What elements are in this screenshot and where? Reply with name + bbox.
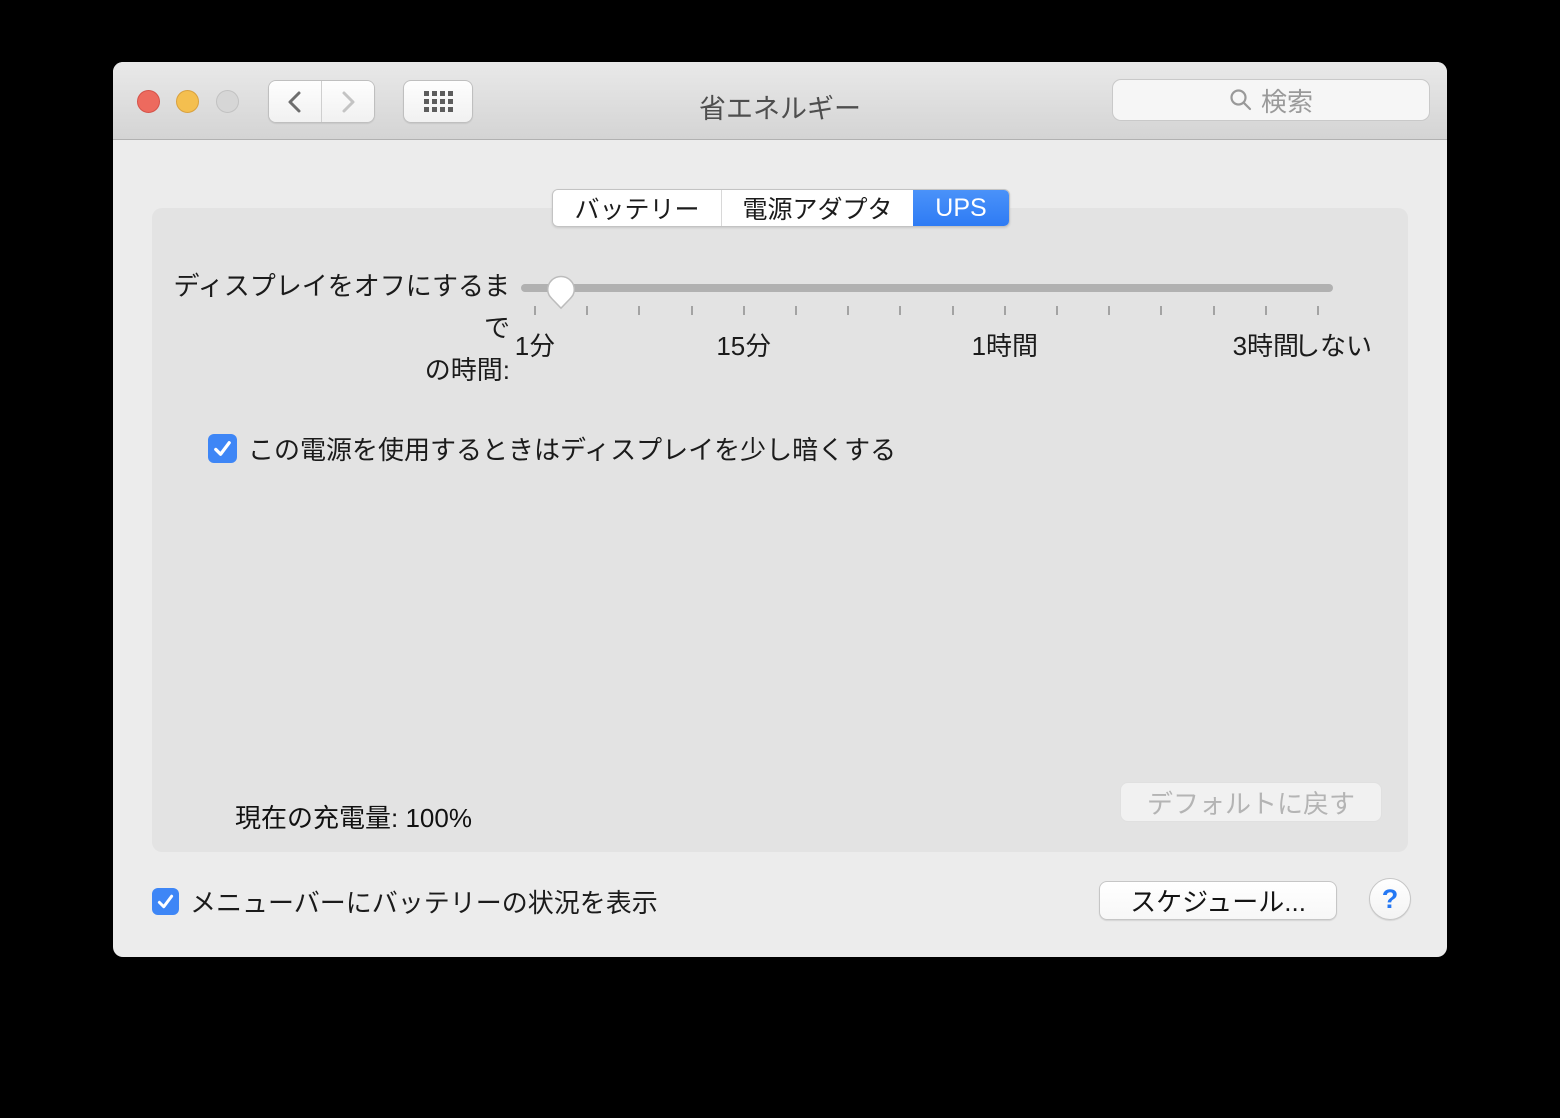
slider-tick <box>534 306 536 315</box>
display-sleep-slider-track[interactable] <box>521 284 1333 292</box>
checkbox-checked-icon[interactable] <box>152 888 179 915</box>
slider-tick-label: 3時間 <box>1232 331 1300 361</box>
slider-tick <box>690 306 693 315</box>
tab-group: バッテリー 電源アダプタ UPS <box>552 189 1010 227</box>
slider-tick <box>951 306 954 315</box>
search-icon <box>1230 89 1252 111</box>
dim-display-checkbox-label: この電源を使用するときはディスプレイを少し暗くする <box>248 435 897 465</box>
slider-tick <box>1003 306 1006 315</box>
slider-tick <box>1160 306 1163 315</box>
slider-tick <box>1212 306 1215 315</box>
slider-tick <box>795 306 797 315</box>
restore-defaults-button: デフォルトに戻す <box>1120 782 1382 822</box>
slider-tick-label: 1分 <box>514 331 556 361</box>
tab-電源アダプタ[interactable]: 電源アダプタ <box>721 190 913 226</box>
slider-tick-label: 15分 <box>716 331 772 361</box>
help-button[interactable]: ? <box>1369 878 1411 920</box>
display-sleep-label: ディスプレイをオフにするまで の時間: <box>173 271 510 385</box>
question-mark-icon: ? <box>1381 883 1399 914</box>
search-placeholder: 検索 <box>1260 86 1313 117</box>
slider-tick <box>847 306 850 315</box>
dim-display-checkbox-row[interactable]: この電源を使用するときはディスプレイを少し暗くする <box>208 430 896 467</box>
tab-バッテリー[interactable]: バッテリー <box>553 190 721 226</box>
slider-tick-label: しない <box>1293 331 1373 361</box>
desktop-background: 省エネルギー 検索 バッテリー 電源アダプタ UPS ディスプレイをオフにするまで … <box>0 0 1560 1118</box>
current-charge-level: 現在の充電量: 100% <box>235 803 472 833</box>
slider-tick <box>742 306 745 315</box>
energy-saver-window: 省エネルギー 検索 バッテリー 電源アダプタ UPS ディスプレイをオフにするまで … <box>113 62 1447 957</box>
display-sleep-slider-thumb[interactable] <box>546 275 576 310</box>
battery-status-checkbox-row[interactable]: メニューバーにバッテリーの状況を表示 <box>152 883 658 920</box>
slider-tick <box>638 306 641 315</box>
slider-tick <box>1264 306 1267 315</box>
slider-tick <box>899 306 902 315</box>
title-bar: 省エネルギー 検索 <box>113 62 1447 140</box>
tab-selected-UPS[interactable]: UPS <box>913 190 1009 226</box>
checkbox-checked-icon[interactable] <box>208 434 237 463</box>
slider-tick <box>586 306 589 315</box>
slider-tick <box>1317 306 1319 315</box>
slider-tick <box>1108 306 1111 315</box>
slider-tick <box>1056 306 1058 315</box>
schedule-button[interactable]: スケジュール... <box>1099 881 1337 920</box>
slider-tick-label: 1時間 <box>971 331 1039 361</box>
search-input[interactable]: 検索 <box>1112 79 1430 121</box>
battery-status-checkbox-label: メニューバーにバッテリーの状況を表示 <box>190 888 658 918</box>
